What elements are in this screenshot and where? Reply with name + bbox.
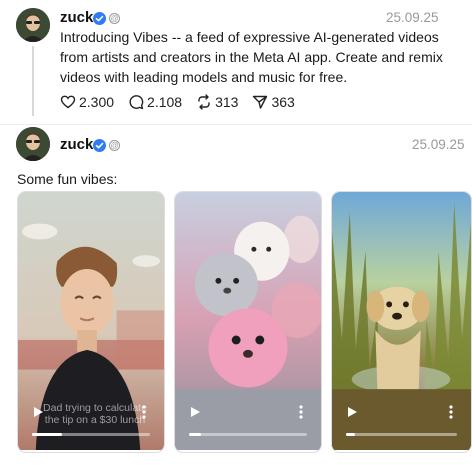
repost-count: 313 [215,94,239,110]
repost-button[interactable]: 313 [196,94,238,110]
post-date: 25.09.25 [386,10,439,25]
post-actions: 2.300 2.108 313 363 [60,94,295,110]
like-count: 2.300 [79,94,115,110]
comment-icon [128,94,144,110]
send-icon [252,94,268,110]
play-icon[interactable] [190,407,200,417]
avatar[interactable] [16,8,50,42]
threads-icon: @ [109,140,120,151]
play-icon[interactable] [33,407,43,417]
video-progress-bar[interactable] [346,433,457,436]
video-progress-fill [189,433,201,436]
post-divider [0,124,472,125]
post-body: Introducing Vibes -- a feed of expressiv… [60,29,443,85]
threads-icon: @ [109,13,120,24]
video-card[interactable] [331,191,472,453]
more-vertical-icon[interactable] [299,405,303,419]
verified-badge-icon [93,139,106,152]
video-card[interactable] [174,191,322,453]
video-progress-fill [32,433,62,436]
share-button[interactable]: 363 [252,94,295,110]
avatar[interactable] [16,127,50,161]
play-icon[interactable] [347,407,357,417]
username[interactable]: zuck [60,136,93,153]
reply-button[interactable]: 2.108 [128,94,182,110]
video-progress-bar[interactable] [189,433,307,436]
more-vertical-icon[interactable] [142,405,146,419]
reply-count: 2.108 [147,94,183,110]
verified-badge-icon [93,12,106,25]
post-caption: Some fun vibes: [17,171,118,187]
video-progress-bar[interactable] [32,433,150,436]
heart-icon [60,94,76,110]
video-progress-fill [346,433,355,436]
share-count: 363 [271,94,295,110]
more-vertical-icon[interactable] [449,405,453,419]
username[interactable]: zuck [60,9,93,26]
video-card[interactable]: Dad trying to calculate the tip on a $30… [17,191,165,453]
post-date: 25.09.25 [412,137,465,152]
like-button[interactable]: 2.300 [60,94,114,110]
repost-icon [196,94,212,110]
thread-line [32,46,34,116]
video-overlay-text: Dad trying to calculate the tip on a $30… [43,402,147,426]
